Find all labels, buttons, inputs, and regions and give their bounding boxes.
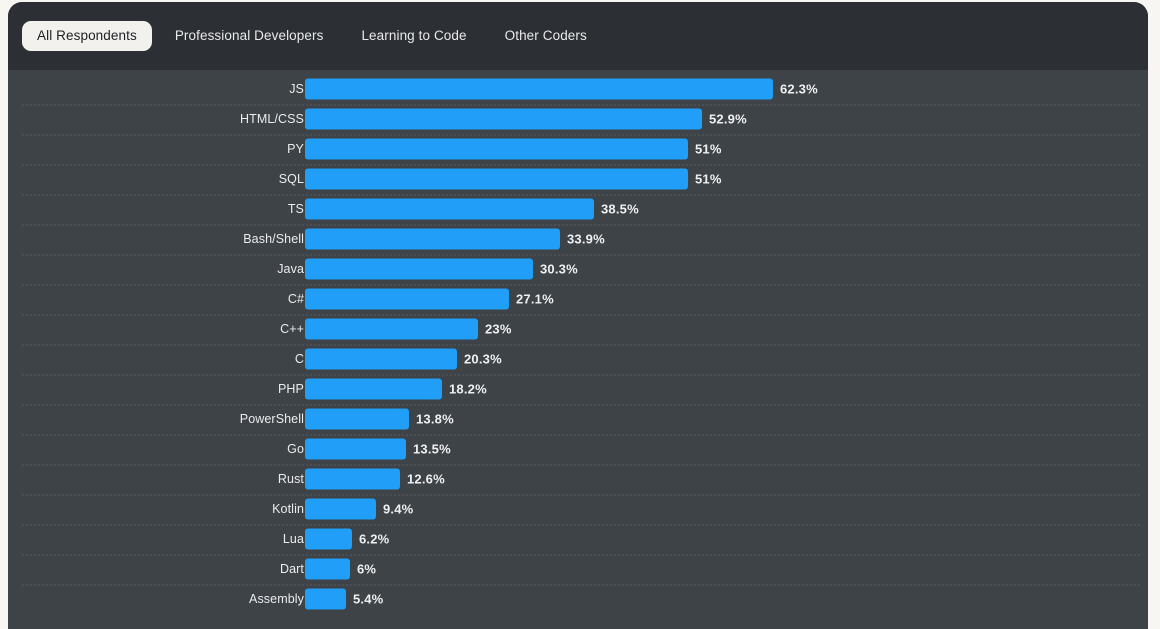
- bar-value-label: 9.4%: [383, 501, 414, 517]
- bar[interactable]: [305, 408, 409, 430]
- bar[interactable]: [305, 498, 376, 520]
- bar-row[interactable]: PY 51%: [8, 134, 1148, 164]
- bar-value-label: 27.1%: [516, 291, 554, 307]
- bar-row[interactable]: HTML/CSS 52.9%: [8, 104, 1148, 134]
- bar-row[interactable]: Assembly 5.4%: [8, 584, 1148, 614]
- bar-category-label: Dart: [279, 562, 304, 576]
- bar[interactable]: [305, 438, 406, 460]
- bar[interactable]: [305, 348, 457, 370]
- bar[interactable]: [305, 288, 509, 310]
- bar[interactable]: [305, 258, 533, 280]
- bar-row[interactable]: Java 30.3%: [8, 254, 1148, 284]
- bar-row[interactable]: TS 38.5%: [8, 194, 1148, 224]
- bar[interactable]: [305, 228, 560, 250]
- bar-row[interactable]: C 20.3%: [8, 344, 1148, 374]
- bar-value-label: 38.5%: [601, 201, 639, 217]
- bar-value-label: 51%: [695, 171, 722, 187]
- bar[interactable]: [305, 108, 702, 130]
- bar[interactable]: [305, 138, 688, 160]
- horizontal-bar-chart: JS 62.3% HTML/CSS 52.9% PY 51% SQL 51% TS 38.5% Ba…: [8, 70, 1148, 629]
- bar-value-label: 20.3%: [464, 351, 502, 367]
- tab-all-respondents[interactable]: All Respondents: [22, 20, 152, 52]
- bar-value-label: 30.3%: [540, 261, 578, 277]
- bar[interactable]: [305, 78, 773, 100]
- bar[interactable]: [305, 318, 478, 340]
- bar-value-label: 13.5%: [413, 441, 451, 457]
- bar-value-label: 6.2%: [359, 531, 390, 547]
- bar-category-label: C: [294, 352, 304, 366]
- bar[interactable]: [305, 378, 442, 400]
- bar-category-label: Rust: [277, 472, 304, 486]
- bar-category-label: PowerShell: [239, 412, 304, 426]
- bar-category-label: Kotlin: [272, 502, 304, 516]
- bar[interactable]: [305, 528, 352, 550]
- bar[interactable]: [305, 558, 350, 580]
- bar-value-label: 51%: [695, 141, 722, 157]
- bar[interactable]: [305, 198, 594, 220]
- bar-category-label: Go: [287, 442, 304, 456]
- bar-row[interactable]: Rust 12.6%: [8, 464, 1148, 494]
- bar-row[interactable]: C# 27.1%: [8, 284, 1148, 314]
- bar-row[interactable]: Kotlin 9.4%: [8, 494, 1148, 524]
- bar-category-label: TS: [287, 202, 304, 216]
- bar[interactable]: [305, 588, 346, 610]
- bar-value-label: 6%: [357, 561, 377, 577]
- bar[interactable]: [305, 168, 688, 190]
- bar-category-label: PY: [287, 142, 304, 156]
- bar-category-label: Lua: [282, 532, 304, 546]
- bar-category-label: Assembly: [249, 592, 304, 606]
- bar-value-label: 23%: [485, 321, 512, 337]
- bar-value-label: 13.8%: [416, 411, 454, 427]
- bar-row[interactable]: Lua 6.2%: [8, 524, 1148, 554]
- bar-value-label: 33.9%: [567, 231, 605, 247]
- bar-category-label: PHP: [277, 382, 304, 396]
- bar-value-label: 5.4%: [353, 591, 384, 607]
- bar-category-label: HTML/CSS: [239, 112, 304, 126]
- bar-category-label: SQL: [278, 172, 304, 186]
- tab-bar: All Respondents Professional Developers …: [8, 2, 1148, 70]
- bar-row[interactable]: PowerShell 13.8%: [8, 404, 1148, 434]
- tab-professional-developers[interactable]: Professional Developers: [160, 21, 339, 52]
- bar-row[interactable]: SQL 51%: [8, 164, 1148, 194]
- bar-value-label: 12.6%: [407, 471, 445, 487]
- bar-category-label: Bash/Shell: [243, 232, 304, 246]
- bar-row[interactable]: Go 13.5%: [8, 434, 1148, 464]
- bar-row[interactable]: JS 62.3%: [8, 74, 1148, 104]
- bar-value-label: 18.2%: [449, 381, 487, 397]
- tab-other-coders[interactable]: Other Coders: [490, 21, 602, 52]
- bar-row[interactable]: Bash/Shell 33.9%: [8, 224, 1148, 254]
- bar-category-label: Java: [277, 262, 304, 276]
- bar-value-label: 62.3%: [780, 81, 818, 97]
- bar-category-label: C#: [287, 292, 304, 306]
- bar-row[interactable]: Dart 6%: [8, 554, 1148, 584]
- chart-panel: All Respondents Professional Developers …: [8, 2, 1148, 629]
- bar[interactable]: [305, 468, 400, 490]
- bar-category-label: C++: [280, 322, 304, 336]
- bar-row[interactable]: PHP 18.2%: [8, 374, 1148, 404]
- tab-learning-to-code[interactable]: Learning to Code: [346, 21, 481, 52]
- bar-row[interactable]: C++ 23%: [8, 314, 1148, 344]
- bar-value-label: 52.9%: [709, 111, 747, 127]
- bar-category-label: JS: [289, 82, 304, 96]
